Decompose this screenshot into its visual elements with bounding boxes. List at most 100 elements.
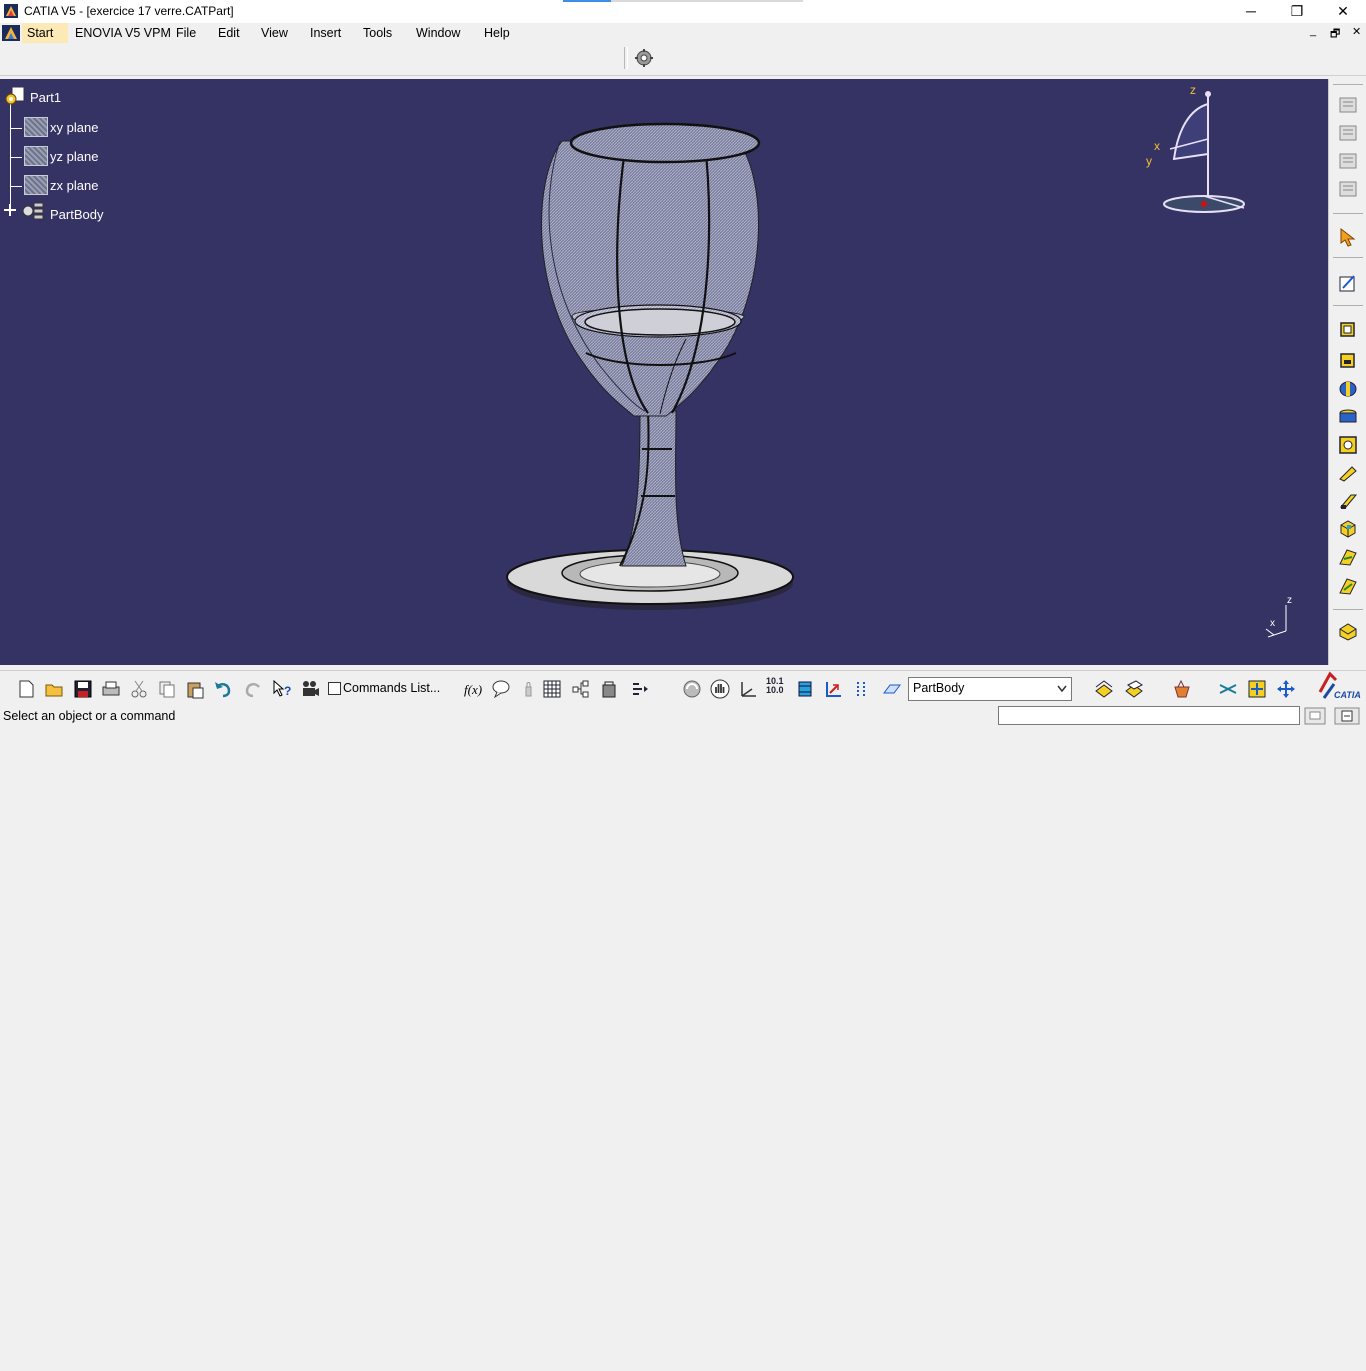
sketch-tools-icon[interactable] [1338,151,1358,171]
menu-file[interactable]: File [171,23,201,43]
sketch-tools-icon[interactable] [1338,95,1358,115]
copy-icon[interactable] [157,679,177,699]
svg-text:f(x): f(x) [464,682,482,697]
menu-window[interactable]: Window [411,23,465,43]
tree-item-zx-plane[interactable]: zx plane [50,178,98,193]
menu-edit[interactable]: Edit [213,23,245,43]
rotate-axis-icon[interactable] [738,679,758,699]
chevron-down-icon [1057,685,1067,693]
sketch-tools-icon[interactable] [1338,179,1358,199]
tree-item-partbody[interactable]: PartBody [50,207,103,222]
body-select-value: PartBody [913,681,965,695]
command-input[interactable] [998,706,1300,725]
toolbar-separator [1333,609,1363,610]
open-folder-icon[interactable] [44,679,64,699]
select-arrow-icon[interactable] [1338,227,1358,247]
cut-icon[interactable] [129,679,149,699]
scan-icon[interactable] [630,679,650,699]
zoom-scale-icon[interactable]: 10.1 10.0 [766,677,786,697]
multi-sections-solid-icon[interactable] [1338,547,1358,567]
commands-list-checkbox[interactable] [328,682,341,695]
focus-indicator [563,0,611,2]
catia-logo [1318,1339,1362,1371]
center-graph-icon[interactable] [1247,679,1267,699]
tree-connector [10,186,22,187]
body-select-dropdown[interactable]: PartBody [908,677,1072,701]
tree-item-yz-plane[interactable]: yz plane [50,149,98,164]
hole-icon[interactable] [1338,435,1358,455]
fillet-icon[interactable] [1338,621,1358,641]
gear-icon[interactable] [634,48,654,68]
hide-show-icon[interactable] [882,679,902,699]
knowledge-advisor-icon[interactable] [491,679,511,699]
restore-button[interactable]: ❐ [1274,0,1320,23]
apply-material-icon[interactable] [1172,679,1192,699]
menu-tools[interactable]: Tools [358,23,397,43]
toolbar-separator [1333,213,1363,214]
undo-icon[interactable] [213,679,233,699]
sketcher-icon[interactable] [1338,273,1358,293]
slot-icon[interactable] [1338,491,1358,511]
wine-glass-model[interactable] [500,121,800,611]
tree-reorder-icon[interactable] [571,679,591,699]
command-list-toggle-icon[interactable] [1304,707,1326,725]
tree-item-xy-plane[interactable]: xy plane [50,120,98,135]
groove-icon[interactable] [1338,407,1358,427]
pocket-icon[interactable] [1338,350,1358,370]
menu-view[interactable]: View [256,23,293,43]
doc-close-button[interactable]: ✕ [1352,25,1361,38]
status-message: Select an object or a command [3,709,176,723]
pan-arrows-icon[interactable] [1276,679,1296,699]
catia-menu-icon[interactable] [2,25,20,41]
doc-restore-button[interactable]: 🗗 [1330,25,1340,44]
save-icon[interactable] [73,679,93,699]
boolean-icon[interactable] [1124,679,1144,699]
redo-icon[interactable] [243,679,263,699]
new-file-icon[interactable] [16,679,36,699]
commands-list-label[interactable]: Commands List... [343,681,440,695]
toolbar-grip[interactable] [624,47,628,69]
fit-all-icon[interactable] [682,679,702,699]
3d-viewport[interactable]: Part1 xy plane yz plane zx plane PartBod… [0,79,1328,665]
axis-triad-icon [1265,605,1287,638]
lock-icon[interactable] [518,679,538,699]
doc-minimize-button[interactable]: _ [1310,25,1316,37]
removed-multi-sections-icon[interactable] [1338,576,1358,596]
part-icon[interactable] [4,87,26,107]
view-mode-icon[interactable] [852,679,872,699]
plane-icon[interactable] [24,117,48,137]
pad-icon[interactable] [1338,319,1358,339]
measure-icon[interactable] [1218,679,1238,699]
partbody-icon[interactable] [22,201,46,221]
close-button[interactable]: ✕ [1320,0,1366,23]
insert-body-icon[interactable] [1094,679,1114,699]
shaft-icon[interactable] [1338,379,1358,399]
paste-icon[interactable] [185,679,205,699]
quick-view-icon[interactable] [824,679,844,699]
svg-text:CATIA: CATIA [1334,690,1361,700]
normal-view-icon[interactable] [795,679,815,699]
plane-icon[interactable] [24,146,48,166]
solid-combine-icon[interactable] [1338,519,1358,539]
minimize-button[interactable]: ─ [1228,0,1274,23]
menu-start[interactable]: Start [22,23,68,43]
table-icon[interactable] [542,679,562,699]
sketch-tools-icon[interactable] [1338,123,1358,143]
menu-help[interactable]: Help [479,23,515,43]
axis-triad-x-label: x [1270,618,1275,629]
tree-item-part1[interactable]: Part1 [30,90,61,105]
pan-hand-icon[interactable] [710,679,730,699]
whats-this-icon[interactable]: ? [272,679,292,699]
menu-insert[interactable]: Insert [305,23,346,43]
plane-icon[interactable] [24,175,48,195]
menu-enovia[interactable]: ENOVIA V5 VPM [70,23,176,43]
catalog-icon[interactable] [600,679,620,699]
rib-icon[interactable] [1338,463,1358,483]
formula-icon[interactable]: f(x) [463,679,483,699]
power-input-icon[interactable] [1334,707,1360,725]
expand-plus-icon[interactable] [3,203,17,217]
tree-connector [10,157,22,158]
menu-bar: Start ENOVIA V5 VPM File Edit View Inser… [0,23,1366,43]
print-icon[interactable] [101,679,121,699]
video-capture-icon[interactable] [300,679,320,699]
